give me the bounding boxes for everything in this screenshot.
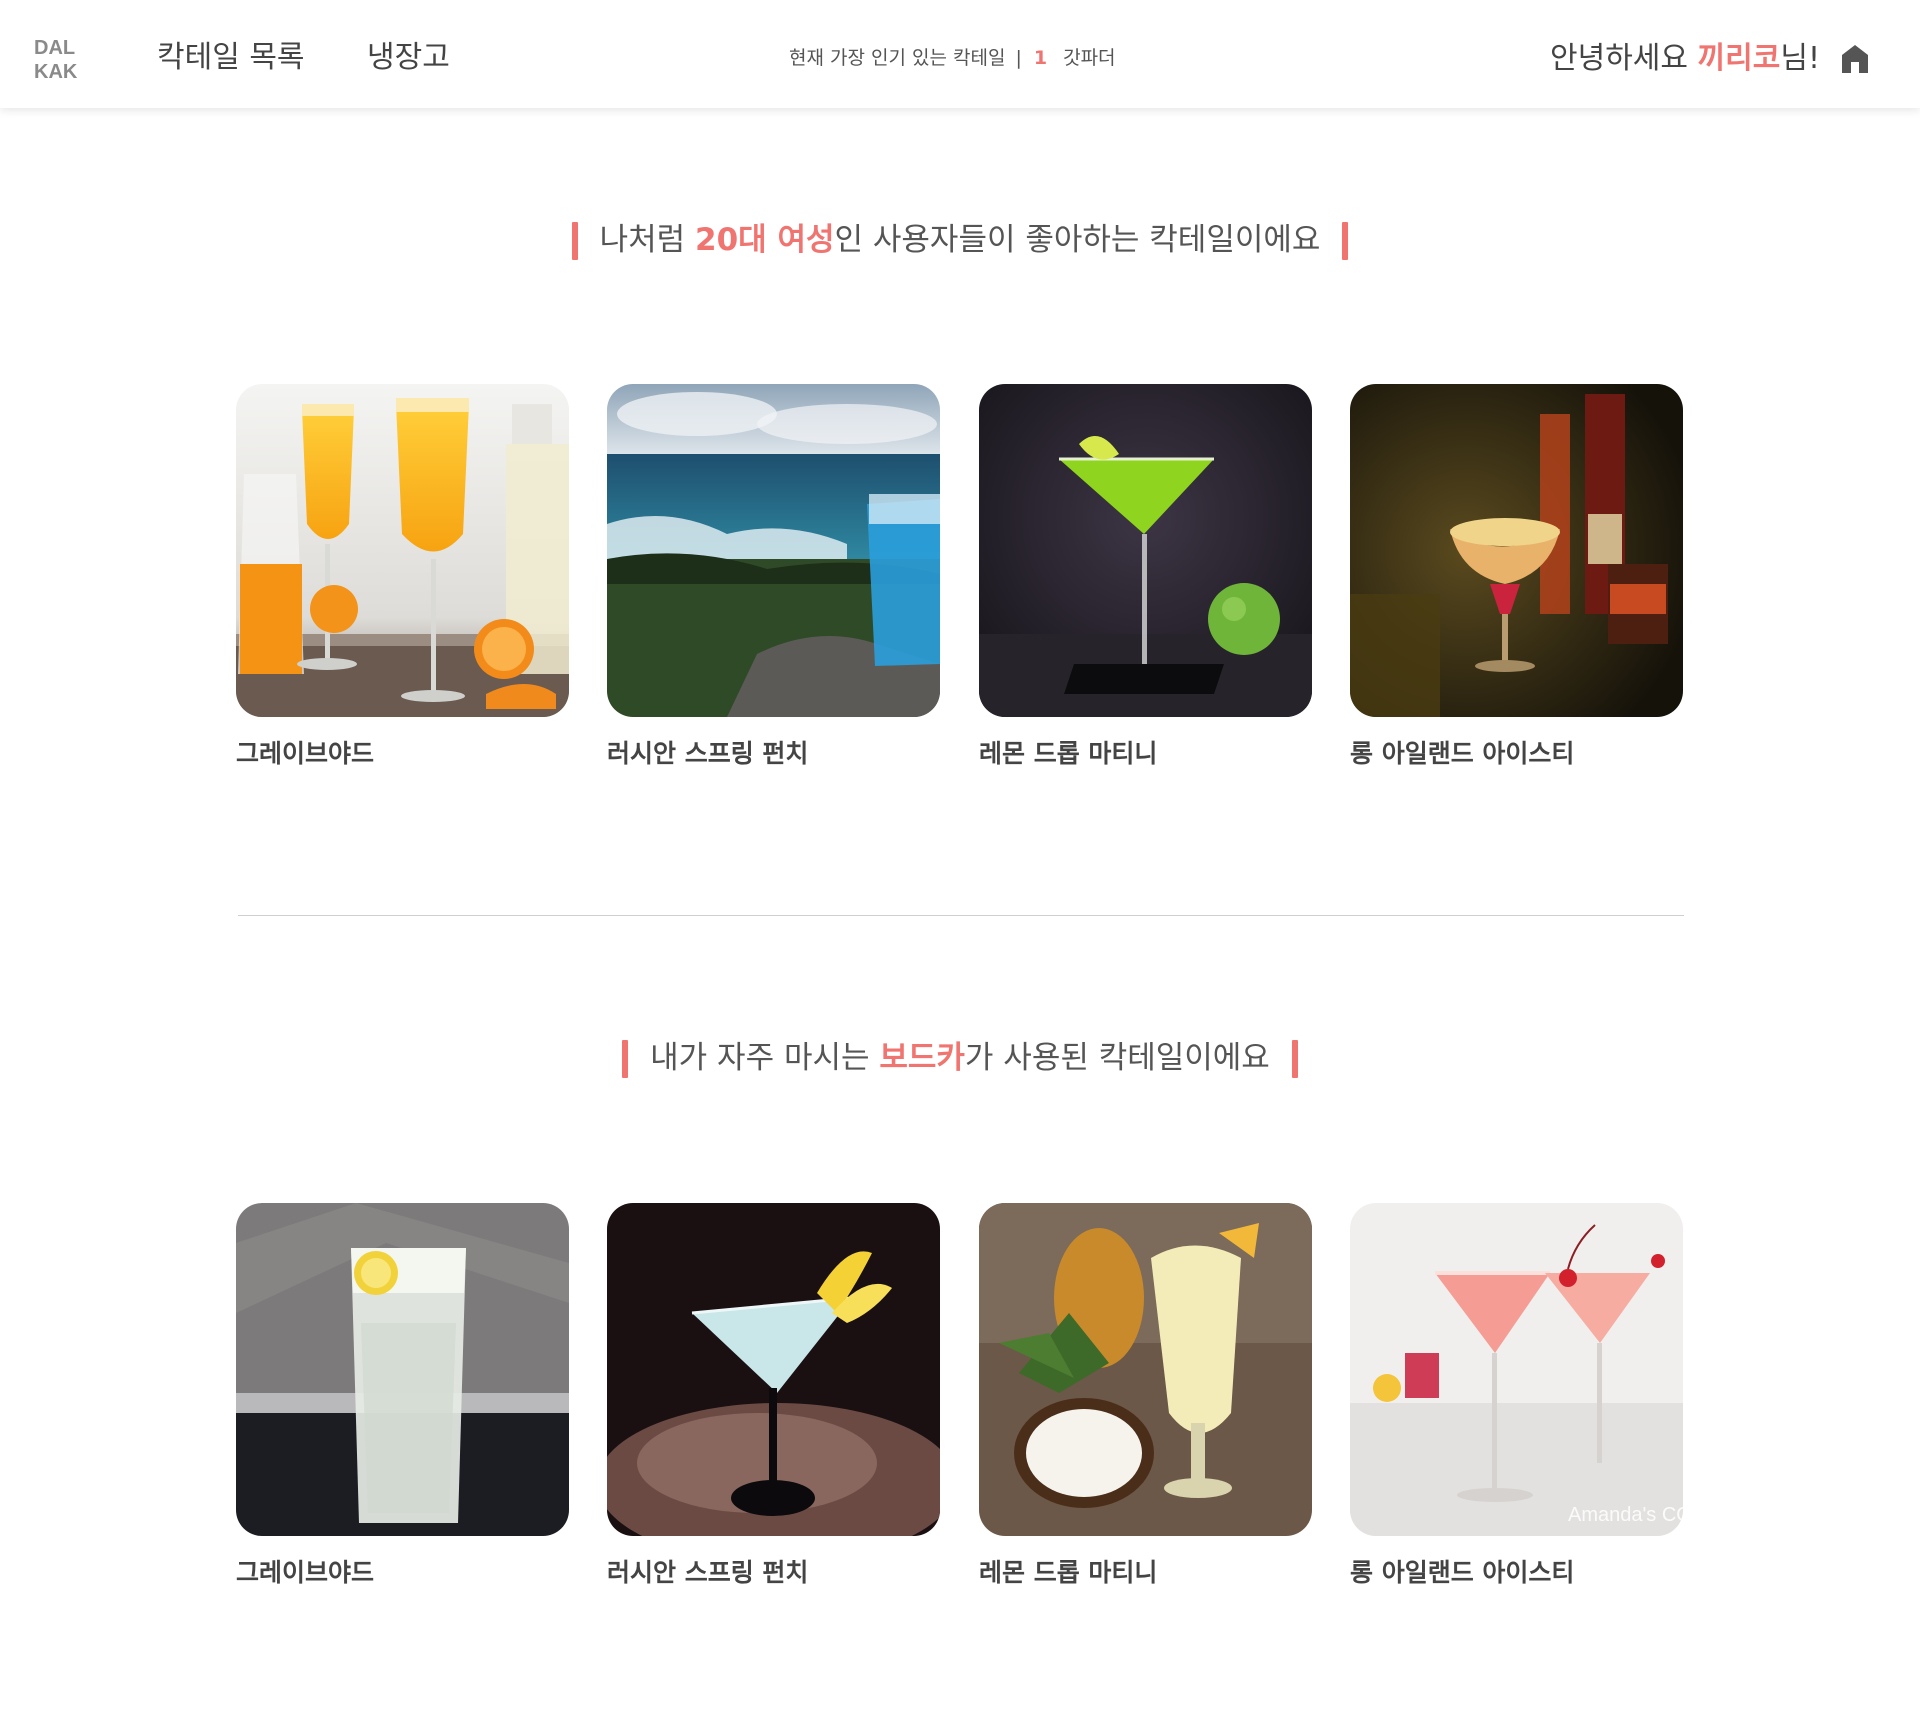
nav-cocktail-list[interactable]: 칵테일 목록 bbox=[157, 38, 305, 78]
cocktail-image bbox=[1350, 384, 1683, 717]
title-bar-right bbox=[1291, 1040, 1298, 1078]
title-suffix: 인 사용자들이 좋아하는 칵테일이에요 bbox=[834, 222, 1321, 258]
title-bar-left bbox=[571, 222, 578, 260]
cocktail-image bbox=[979, 1203, 1312, 1536]
user-name: 끼리코 bbox=[1697, 41, 1781, 76]
cocktail-name: 롱 아일랜드 아이스티 bbox=[1350, 739, 1575, 768]
popular-label: 현재 가장 인기 있는 칵테일 bbox=[789, 47, 1006, 69]
popular-cocktail-ticker: 현재 가장 인기 있는 칵테일 | 1 갓파더 bbox=[789, 45, 1116, 71]
cocktail-card[interactable]: 그레이브야드 bbox=[236, 1203, 569, 1590]
title-highlight: 보드카 bbox=[879, 1040, 965, 1076]
greeting-prefix: 안녕하세요 bbox=[1550, 41, 1698, 76]
cocktail-image bbox=[236, 1203, 569, 1536]
title-prefix: 나처럼 bbox=[599, 222, 696, 258]
logo[interactable]: DAL KAK bbox=[34, 36, 94, 84]
section-title-favorite-spirit: 내가 자주 마시는 보드카가 사용된 칵테일이에요 bbox=[0, 1038, 1920, 1078]
popular-rank: 1 bbox=[1033, 47, 1048, 69]
cocktail-name: 레몬 드롭 마티니 bbox=[979, 1558, 1158, 1587]
top-navigation-bar: DAL KAK 칵테일 목록 냉장고 현재 가장 인기 있는 칵테일 | 1 갓파더 … bbox=[0, 0, 1920, 108]
logo-line-1: DAL bbox=[34, 37, 76, 59]
nav-fridge[interactable]: 냉장고 bbox=[367, 38, 450, 78]
cocktail-card[interactable]: Amanda's COOKIN 롱 아일랜드 아이스티 bbox=[1350, 1203, 1683, 1590]
title-suffix: 가 사용된 칵테일이에요 bbox=[964, 1040, 1270, 1076]
cocktail-image bbox=[979, 384, 1312, 717]
cocktail-card[interactable]: 롱 아일랜드 아이스티 bbox=[1350, 384, 1683, 771]
cocktail-name: 롱 아일랜드 아이스티 bbox=[1350, 1558, 1575, 1587]
cocktail-image bbox=[607, 1203, 940, 1536]
cocktail-name: 그레이브야드 bbox=[236, 1558, 375, 1587]
cocktail-image bbox=[236, 384, 569, 717]
popular-separator: | bbox=[1015, 47, 1022, 69]
user-greeting: 안녕하세요 끼리코님! bbox=[1550, 39, 1820, 79]
cocktail-card[interactable]: 레몬 드롭 마티니 bbox=[979, 384, 1312, 771]
watermark-text: Amanda's COOKIN bbox=[1568, 1504, 1683, 1526]
title-prefix: 내가 자주 마시는 bbox=[650, 1040, 880, 1076]
cocktail-image bbox=[607, 384, 940, 717]
cocktail-name: 러시안 스프링 펀치 bbox=[607, 739, 809, 768]
title-bar-right bbox=[1342, 222, 1349, 260]
title-highlight: 20대 여성 bbox=[695, 222, 835, 258]
cocktail-image: Amanda's COOKIN bbox=[1350, 1203, 1683, 1536]
section-title-age-gender: 나처럼 20대 여성인 사용자들이 좋아하는 칵테일이에요 bbox=[0, 220, 1920, 260]
section-divider bbox=[238, 915, 1684, 916]
cocktail-name: 레몬 드롭 마티니 bbox=[979, 739, 1158, 768]
popular-cocktail-name[interactable]: 갓파더 bbox=[1063, 47, 1115, 69]
greeting-suffix: 님! bbox=[1780, 41, 1820, 76]
logo-line-2: KAK bbox=[34, 61, 78, 83]
cocktail-card[interactable]: 레몬 드롭 마티니 bbox=[979, 1203, 1312, 1590]
title-bar-left bbox=[622, 1040, 629, 1078]
cocktail-card[interactable]: 그레이브야드 bbox=[236, 384, 569, 771]
cocktail-card[interactable]: 러시안 스프링 펀치 bbox=[607, 1203, 940, 1590]
cocktail-card[interactable]: 러시안 스프링 펀치 bbox=[607, 384, 940, 771]
cocktail-name: 그레이브야드 bbox=[236, 739, 375, 768]
cocktail-name: 러시안 스프링 펀치 bbox=[607, 1558, 809, 1587]
home-icon[interactable] bbox=[1840, 44, 1870, 74]
